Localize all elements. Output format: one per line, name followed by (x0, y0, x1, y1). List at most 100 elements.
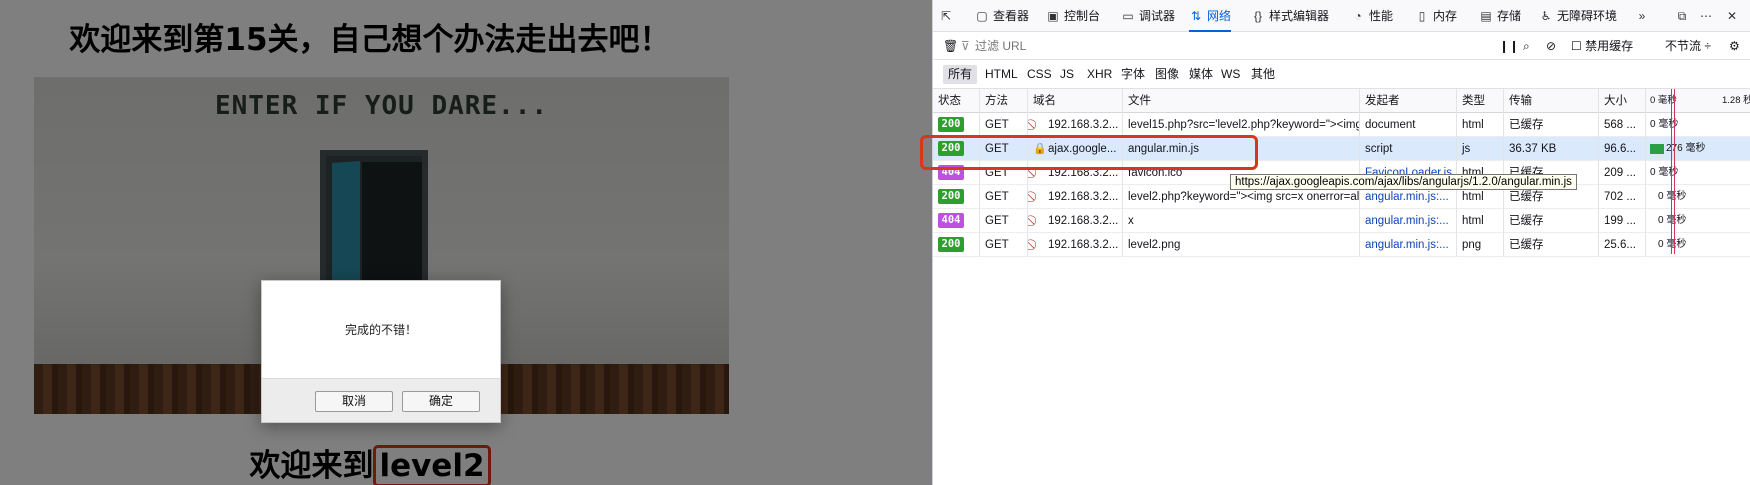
type-fonts[interactable]: 字体 (1116, 65, 1150, 84)
close-devtools-button[interactable]: ✕ (1725, 0, 1743, 32)
tool-label: 调试器 (1139, 9, 1176, 23)
console-icon: ▣ (1047, 9, 1059, 23)
cancel-button[interactable]: 取消 (315, 391, 393, 412)
waterfall-cell: 0 毫秒 (1646, 113, 1750, 137)
gear-icon: ⚙ (1729, 39, 1740, 53)
column-header-type[interactable]: 类型 (1457, 89, 1504, 113)
insecure-icon: ⃠ (1033, 209, 1045, 233)
domain-cell: ⃠192.168.3.2... (1028, 209, 1123, 233)
menu-button[interactable]: ⋯ (1699, 0, 1717, 32)
column-header-status[interactable]: 状态 (933, 89, 980, 113)
status-badge: 200 (938, 117, 964, 133)
table-row[interactable]: 404GET⃠192.168.3.2...xangular.min.js:...… (933, 209, 1750, 233)
tool-label: 存储 (1497, 9, 1522, 23)
type-ws[interactable]: WS (1216, 65, 1245, 84)
memory-icon: ▯ (1418, 9, 1426, 23)
request-type-filters: 所有 HTML CSS JS XHR 字体 图像 媒体 WS 其他 (933, 60, 1750, 89)
trash-icon: 🗑 (943, 39, 959, 53)
tool-storage[interactable]: ▤ 存储 (1479, 0, 1521, 32)
tool-console[interactable]: ▣ 控制台 (1046, 0, 1100, 32)
pause-button[interactable]: ❙❙ (1499, 32, 1519, 60)
transferred-cell: 已缓存 (1504, 209, 1599, 233)
accessibility-icon: ♿ (1540, 9, 1552, 23)
tool-network[interactable]: ⇅ 网络 (1189, 0, 1232, 32)
timing-label: 0 毫秒 (1658, 239, 1687, 250)
load-line (1674, 89, 1675, 254)
type-html[interactable]: HTML (980, 65, 1023, 84)
initiator-cell[interactable]: angular.min.js:... (1360, 233, 1457, 257)
type-js[interactable]: JS (1055, 65, 1079, 84)
filter-icon: ⊽ (961, 39, 970, 53)
column-header-file[interactable]: 文件 (1123, 89, 1360, 113)
tool-memory[interactable]: ▯ 内存 (1415, 0, 1457, 32)
style-editor-icon: {} (1253, 9, 1262, 23)
type-css[interactable]: CSS (1022, 65, 1057, 84)
initiator-cell: document (1360, 113, 1457, 137)
more-tools-button[interactable]: » (1635, 0, 1653, 32)
column-header-transferred[interactable]: 传输 (1504, 89, 1599, 113)
type-cell: html (1457, 209, 1504, 233)
settings-button[interactable]: ⚙ (1729, 32, 1740, 60)
tool-debugger[interactable]: ▭ 调试器 (1121, 0, 1175, 32)
dock-button[interactable]: ⧉ (1675, 0, 1693, 32)
tool-accessibility[interactable]: ♿ 无障碍环境 (1539, 0, 1617, 32)
column-header-domain[interactable]: 域名 (1028, 89, 1123, 113)
table-row[interactable]: 200GET⃠192.168.3.2...level15.php?src='le… (933, 113, 1750, 137)
type-other[interactable]: 其他 (1246, 65, 1280, 84)
type-media[interactable]: 媒体 (1184, 65, 1218, 84)
tool-label: 样式编辑器 (1269, 9, 1330, 23)
transferred-cell: 36.37 KB (1504, 137, 1599, 161)
waterfall-bar (1650, 144, 1664, 154)
disable-cache-toggle[interactable]: ☐ 禁用缓存 (1571, 32, 1633, 60)
column-header-waterfall[interactable]: 0 毫秒 1.28 秒 (1646, 89, 1750, 113)
filter-bar: 🗑 ⊽ ❙❙ ⌕ ⊘ ☐ 禁用缓存 不节流 ÷ ⚙ (933, 32, 1750, 60)
waterfall-tick: 1.28 秒 (1722, 95, 1750, 106)
status-badge: 200 (938, 189, 964, 205)
ok-button[interactable]: 确定 (402, 391, 480, 412)
initiator-cell[interactable]: angular.min.js:... (1360, 209, 1457, 233)
tool-label: 性能 (1369, 9, 1394, 23)
column-header-method[interactable]: 方法 (980, 89, 1028, 113)
tool-style-editor[interactable]: {} 样式编辑器 (1251, 0, 1329, 32)
type-images[interactable]: 图像 (1150, 65, 1184, 84)
search-button[interactable]: ⌕ (1523, 32, 1530, 60)
throttle-select[interactable]: 不节流 ÷ (1665, 32, 1711, 60)
timing-label: 0 毫秒 (1658, 215, 1687, 226)
file-cell: level15.php?src='level2.php?keyword="><i… (1123, 113, 1360, 137)
method-cell: GET (980, 209, 1028, 233)
file-cell: level2.png (1123, 233, 1360, 257)
chevrons-right-icon: » (1638, 9, 1646, 23)
waterfall-cell: 0 毫秒 (1646, 209, 1750, 233)
size-cell: 702 ... (1599, 185, 1646, 209)
block-button[interactable]: ⊘ (1546, 32, 1556, 60)
waterfall-cell: 0 毫秒 (1646, 233, 1750, 257)
clear-button[interactable]: 🗑 (943, 32, 958, 60)
dock-icon: ⧉ (1677, 9, 1687, 23)
tool-inspector[interactable]: ▢ 查看器 (975, 0, 1029, 32)
initiator-cell: script (1360, 137, 1457, 161)
type-all[interactable]: 所有 (943, 65, 978, 84)
type-xhr[interactable]: XHR (1082, 65, 1117, 84)
tool-performance[interactable]: ◔ 性能 (1351, 0, 1393, 32)
status-badge: 404 (938, 213, 964, 229)
disable-cache-label: 禁用缓存 (1585, 39, 1634, 53)
table-header: 状态 方法 域名 文件 发起者 类型 传输 大小 0 毫秒 1.28 秒 (933, 89, 1750, 113)
dialog-footer: 取消 确定 (262, 378, 500, 422)
size-cell: 25.6... (1599, 233, 1646, 257)
domain-cell: ⃠192.168.3.2... (1028, 113, 1123, 137)
close-icon: ✕ (1726, 9, 1738, 23)
element-picker-button[interactable]: ⇱ (939, 0, 957, 32)
element-picker-icon: ⇱ (940, 9, 952, 23)
type-cell: png (1457, 233, 1504, 257)
filter-url-input[interactable] (975, 36, 1415, 56)
tool-label: 查看器 (993, 9, 1030, 23)
size-cell: 199 ... (1599, 209, 1646, 233)
status-cell: 200 (933, 233, 980, 257)
method-cell: GET (980, 233, 1028, 257)
waterfall-tick: 0 毫秒 (1650, 95, 1677, 106)
table-row[interactable]: 200GET⃠192.168.3.2...level2.pngangular.m… (933, 233, 1750, 257)
column-header-size[interactable]: 大小 (1599, 89, 1646, 113)
checkbox-icon: ☐ (1571, 39, 1582, 53)
status-cell: 200 (933, 185, 980, 209)
column-header-initiator[interactable]: 发起者 (1360, 89, 1457, 113)
